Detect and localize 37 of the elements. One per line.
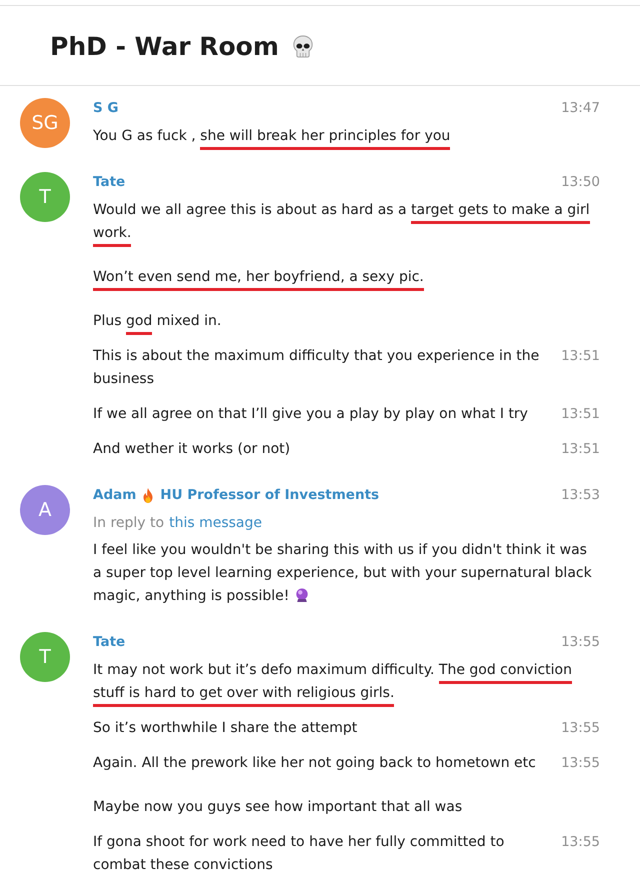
user-avatar: T xyxy=(20,172,70,222)
message-time: 13:53 xyxy=(561,486,600,505)
message-text: This is about the maximum difficulty that you experience in the business xyxy=(93,347,540,389)
reply-label: In reply to xyxy=(93,514,164,533)
message-time: 13:51 xyxy=(560,440,600,459)
message-time: 13:51 xyxy=(560,405,600,424)
user-avatar: SG xyxy=(20,98,70,148)
message-time: 13:55 xyxy=(561,633,600,652)
message-time: 13:55 xyxy=(560,719,600,738)
message-text: I feel like you wouldn't be sharing this with us if you didn't think it was a super top level learning experience, but with your supernatural black magic, anything is possible! xyxy=(93,542,592,606)
fire-icon xyxy=(142,488,154,502)
message-text: And wether it works (or not) xyxy=(93,440,292,459)
message-time: 13:55 xyxy=(560,833,600,852)
message-text: Plus god mixed in. xyxy=(93,310,596,336)
message-time: 13:50 xyxy=(561,173,600,192)
sender-title: HU Professor of Investments xyxy=(160,486,380,505)
sender-name: Tate xyxy=(93,633,126,652)
message-time: 13:55 xyxy=(560,754,600,773)
sender-name: Adam xyxy=(93,486,136,505)
message-time: 13:51 xyxy=(560,347,600,366)
message-text: If we all agree on that I’ll give you a play by play on what I try xyxy=(93,405,529,424)
sender-name: S G xyxy=(93,99,119,118)
message-text: It may not work but it’s defo maximum difficulty. The god conviction stuff is hard to get over with religious girls. xyxy=(93,659,596,708)
message-text: Again. All the prework like her not going back to hometown etc xyxy=(93,754,537,773)
skull-icon xyxy=(292,34,314,58)
message-text: You G as fuck , she will break her principles for you xyxy=(93,125,596,151)
message-time: 13:47 xyxy=(561,99,600,118)
user-avatar: A xyxy=(20,485,70,535)
message-text: So it’s worthwhile I share the attempt xyxy=(93,719,358,738)
message-text: Won’t even send me, her boyfriend, a sexy pic. xyxy=(93,266,596,292)
message-text: If gona shoot for work need to have her fully committed to combat these convictions xyxy=(93,833,506,875)
user-avatar: T xyxy=(20,632,70,682)
reply-link[interactable]: this message xyxy=(169,512,262,535)
sender-name: Tate xyxy=(93,173,126,192)
message-text: Would we all agree this is about as hard as a target gets to make a girl work. xyxy=(93,199,596,248)
message-text: Maybe now you guys see how important that all was xyxy=(93,798,464,817)
chat-title: PhD - War Room xyxy=(50,31,279,63)
